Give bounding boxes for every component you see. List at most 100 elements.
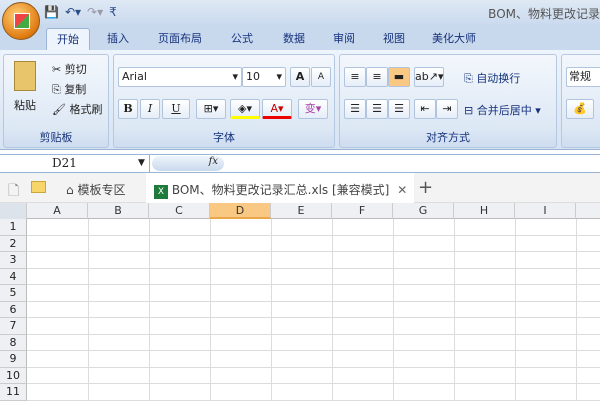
undo-icon[interactable]: ↶▾ bbox=[65, 5, 81, 19]
tab-insert[interactable]: 插入 bbox=[98, 28, 138, 50]
new-document-icon[interactable]: 🗋 bbox=[8, 180, 19, 204]
merge-center-button[interactable]: ⊟ 合并后居中 ▾ bbox=[464, 102, 541, 118]
wrap-text-button[interactable]: ⎘ 自动换行 bbox=[464, 70, 520, 86]
currency-icon: 💰 bbox=[573, 102, 587, 115]
save-icon[interactable]: 💾 bbox=[44, 5, 59, 19]
font-size-select[interactable]: 10 ▾ bbox=[242, 67, 286, 87]
tab-beautify[interactable]: 美化大师 bbox=[424, 28, 484, 50]
shrink-font-button[interactable]: A bbox=[311, 67, 331, 87]
tab-review[interactable]: 审阅 bbox=[324, 28, 364, 50]
column-header-B[interactable]: B bbox=[88, 203, 149, 219]
scissors-icon: ✂ bbox=[52, 63, 62, 76]
font-name-select[interactable]: Arial ▾ bbox=[118, 67, 242, 87]
row-gridline bbox=[27, 251, 600, 252]
bold-button[interactable]: B bbox=[118, 99, 138, 119]
column-gridline bbox=[393, 219, 394, 401]
orientation-icon: ab↗▾ bbox=[415, 70, 444, 83]
row-header-6[interactable]: 6 bbox=[0, 301, 27, 318]
column-header-I[interactable]: I bbox=[515, 203, 576, 219]
phonetic-button[interactable]: 变▾ bbox=[298, 99, 328, 119]
font-label: 字体 bbox=[213, 131, 235, 144]
row-header-1[interactable]: 1 bbox=[0, 219, 27, 236]
align-center-icon: ☰ bbox=[372, 102, 382, 115]
row-gridline bbox=[27, 333, 600, 335]
align-top-icon: ≡ bbox=[350, 70, 360, 83]
formula-input[interactable] bbox=[226, 155, 600, 172]
row-header-9[interactable]: 9 bbox=[0, 351, 27, 368]
copy-icon: ⎘ bbox=[52, 83, 61, 96]
align-right-button[interactable]: ☰ bbox=[388, 99, 410, 119]
paste-button[interactable]: 粘贴 bbox=[14, 97, 36, 113]
column-header-row: ABCDEFGHI bbox=[0, 203, 600, 219]
row-header-2[interactable]: 2 bbox=[0, 235, 27, 252]
close-tab-icon[interactable]: ✕ bbox=[397, 183, 407, 197]
column-header-D[interactable]: D bbox=[210, 203, 271, 219]
select-all-button[interactable] bbox=[0, 203, 27, 219]
column-gridline bbox=[454, 219, 455, 401]
column-gridline bbox=[88, 219, 89, 401]
row-gridline bbox=[27, 267, 600, 269]
brush-icon: 🖌 bbox=[52, 103, 66, 116]
number-format-select[interactable]: 常规 bbox=[566, 67, 600, 87]
decrease-indent-button[interactable]: ⇤ bbox=[414, 99, 436, 119]
align-left-button[interactable]: ☰ bbox=[344, 99, 366, 119]
align-bottom-button[interactable]: ▬ bbox=[388, 67, 410, 87]
grow-font-button[interactable]: A bbox=[290, 67, 310, 87]
column-gridline bbox=[271, 219, 272, 401]
document-tab[interactable]: X BOM、物料更改记录汇总.xls [兼容模式] ✕ bbox=[146, 173, 414, 203]
underline-button[interactable]: U bbox=[162, 99, 190, 119]
accounting-format-button[interactable]: 💰 bbox=[566, 99, 594, 119]
open-folder-icon[interactable] bbox=[31, 181, 46, 193]
align-middle-button[interactable]: ≡ bbox=[366, 67, 388, 87]
insert-function-button[interactable]: fx bbox=[152, 156, 224, 171]
tab-home[interactable]: 开始 bbox=[46, 28, 90, 50]
row-header-5[interactable]: 5 bbox=[0, 285, 27, 302]
tab-formulas[interactable]: 公式 bbox=[222, 28, 262, 50]
orientation-button[interactable]: ab↗▾ bbox=[414, 67, 444, 87]
cut-button[interactable]: ✂ 剪切 bbox=[52, 61, 87, 77]
template-tab[interactable]: ⌂ 模板专区 bbox=[66, 181, 125, 198]
column-header-F[interactable]: F bbox=[332, 203, 393, 219]
phonetic-label: 变 bbox=[304, 102, 316, 115]
column-header-E[interactable]: E bbox=[271, 203, 332, 219]
format-painter-button[interactable]: 🖌 格式刷 bbox=[52, 101, 102, 117]
row-header-8[interactable]: 8 bbox=[0, 334, 27, 351]
row-header-10[interactable]: 10 bbox=[0, 367, 27, 384]
alignment-label: 对齐方式 bbox=[426, 131, 470, 144]
borders-button[interactable]: ⊞▾ bbox=[196, 99, 226, 119]
fill-color-button[interactable]: ◈▾ bbox=[230, 99, 260, 119]
customize-qat-icon[interactable]: ₹ bbox=[109, 5, 117, 19]
row-header-11[interactable]: 11 bbox=[0, 384, 27, 401]
row-header-7[interactable]: 7 bbox=[0, 318, 27, 335]
column-gridline bbox=[576, 219, 577, 401]
column-header-C[interactable]: C bbox=[149, 203, 210, 219]
row-header-3[interactable]: 3 bbox=[0, 252, 27, 269]
font-color-button[interactable]: A▾ bbox=[262, 99, 292, 119]
merge-center-label: 合并后居中 bbox=[476, 104, 532, 117]
row-header-4[interactable]: 4 bbox=[0, 268, 27, 285]
italic-button[interactable]: I bbox=[140, 99, 160, 119]
office-button[interactable] bbox=[2, 2, 40, 40]
tab-data[interactable]: 数据 bbox=[274, 28, 314, 50]
align-middle-icon: ≡ bbox=[372, 70, 382, 83]
column-header-H[interactable]: H bbox=[454, 203, 515, 219]
align-center-button[interactable]: ☰ bbox=[366, 99, 388, 119]
tab-page-layout[interactable]: 页面布局 bbox=[150, 28, 210, 50]
clipboard-group: 粘贴 ✂ 剪切 ⎘ 复制 🖌 格式刷 剪贴板 bbox=[3, 54, 109, 148]
column-gridline bbox=[515, 219, 516, 401]
tab-view[interactable]: 视图 bbox=[374, 28, 414, 50]
align-left-icon: ☰ bbox=[350, 102, 360, 115]
align-top-button[interactable]: ≡ bbox=[344, 67, 366, 87]
row-gridline bbox=[27, 234, 600, 236]
redo-icon[interactable]: ↷▾ bbox=[87, 5, 103, 19]
paste-icon[interactable] bbox=[14, 61, 36, 91]
excel-icon: X bbox=[154, 185, 168, 199]
increase-indent-button[interactable]: ⇥ bbox=[436, 99, 458, 119]
new-tab-button[interactable]: + bbox=[418, 177, 433, 198]
column-header-A[interactable]: A bbox=[27, 203, 88, 219]
column-header-G[interactable]: G bbox=[393, 203, 454, 219]
name-box[interactable]: D21 ▼ bbox=[0, 155, 150, 172]
ribbon: 粘贴 ✂ 剪切 ⎘ 复制 🖌 格式刷 剪贴板 Arial ▾ 10 ▾ A A B … bbox=[0, 50, 600, 150]
decrease-indent-icon: ⇤ bbox=[420, 102, 430, 115]
copy-button[interactable]: ⎘ 复制 bbox=[52, 81, 86, 97]
